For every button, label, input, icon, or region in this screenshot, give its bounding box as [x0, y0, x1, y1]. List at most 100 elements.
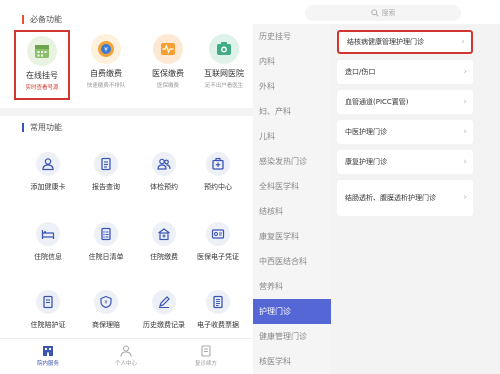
- category-item[interactable]: 健康管理门诊: [253, 324, 331, 349]
- chevron-right-icon: ›: [463, 97, 467, 107]
- search-icon: [370, 9, 379, 17]
- document-icon: [36, 290, 60, 314]
- search-input[interactable]: 搜索: [305, 5, 461, 21]
- person-icon: [96, 343, 156, 357]
- function-label: 住院陪护证: [30, 321, 66, 329]
- category-item[interactable]: 营养科: [253, 274, 331, 299]
- bottom-nav-bar: 院内服务 个人中心 复诊续方: [0, 338, 253, 374]
- function-label: 预约中心: [204, 183, 232, 191]
- medical-insurance-pay-button[interactable]: 医保缴费 医保缴费: [140, 30, 196, 100]
- users-icon: [152, 152, 176, 176]
- payment-history-button[interactable]: 历史缴费记录: [134, 290, 194, 340]
- pen-icon: [152, 290, 176, 314]
- section-title-common: 常用功能: [22, 122, 62, 133]
- category-item[interactable]: 全科医学科: [253, 174, 331, 199]
- category-item[interactable]: 历史挂号: [253, 24, 331, 49]
- prescription-icon: [176, 343, 236, 357]
- chevron-right-icon: ›: [461, 37, 465, 47]
- function-label: 住院日清单: [88, 253, 124, 261]
- section-divider: [0, 108, 253, 116]
- inpatient-payment-button[interactable]: 住院缴费: [134, 222, 194, 272]
- category-item-active[interactable]: 护理门诊: [253, 299, 331, 324]
- top-item-label: 自费缴费: [90, 69, 122, 78]
- coin-icon: ¥: [91, 34, 121, 64]
- chevron-right-icon: ›: [463, 67, 467, 77]
- calendar-icon: [27, 36, 57, 66]
- subdepartment-label: 康复护理门诊: [345, 158, 387, 166]
- nav-personal-center[interactable]: 个人中心: [96, 343, 156, 367]
- hospital-icon: [152, 222, 176, 246]
- section-title-text: 必备功能: [30, 15, 62, 24]
- building-icon: [18, 343, 78, 357]
- function-label: 体检预约: [150, 183, 178, 191]
- appointment-center-button[interactable]: 预约中心: [188, 152, 248, 202]
- category-item[interactable]: 外科: [253, 74, 331, 99]
- home-panel: 必备功能 在线挂号 实时查看号源 ¥ 自费缴费 快速缴费不排队 医保缴费 医保缴…: [0, 0, 253, 374]
- section-marker: [22, 123, 24, 132]
- top-item-label: 医保缴费: [152, 69, 184, 78]
- card-icon: [206, 222, 230, 246]
- category-item[interactable]: 感染发热门诊: [253, 149, 331, 174]
- subdepartment-label: 造口/伤口: [345, 68, 376, 76]
- top-item-sub: 医保缴费: [156, 83, 179, 89]
- self-pay-button[interactable]: ¥ 自费缴费 快速缴费不排队: [78, 30, 134, 100]
- subdepartment-label: 结肠透析、腹膜透析护理门诊: [345, 193, 436, 202]
- category-item[interactable]: 中西医结合科: [253, 249, 331, 274]
- commercial-insurance-claim-button[interactable]: ¥ 商保理赔: [76, 290, 136, 340]
- function-label: 电子收费票据: [197, 321, 239, 329]
- shield-icon: ¥: [94, 290, 118, 314]
- category-item[interactable]: 儿科: [253, 124, 331, 149]
- category-item[interactable]: 妇、产科: [253, 99, 331, 124]
- subdepartment-list: 结核病健康管理护理门诊 › 造口/伤口 › 血管通道(PICC置管) › 中医护…: [331, 24, 500, 374]
- nav-label: 院内服务: [36, 361, 59, 367]
- function-label: 历史缴费记录: [143, 321, 185, 329]
- subdepartment-item[interactable]: 造口/伤口 ›: [337, 60, 473, 84]
- function-label: 商保理赔: [92, 321, 120, 329]
- internet-hospital-button[interactable]: 互联网医院 足不出户看医生: [196, 30, 252, 100]
- subdepartment-item[interactable]: 结肠透析、腹膜透析护理门诊 ›: [337, 180, 473, 216]
- category-item[interactable]: 结核科: [253, 199, 331, 224]
- subdepartment-item[interactable]: 中医护理门诊 ›: [337, 120, 473, 144]
- category-item[interactable]: 核医学科: [253, 349, 331, 374]
- function-label: 住院缴费: [150, 253, 178, 261]
- inpatient-escort-pass-button[interactable]: 住院陪护证: [18, 290, 78, 340]
- checkup-appointment-button[interactable]: 体检预约: [134, 152, 194, 202]
- bed-icon: [36, 222, 60, 246]
- nav-prescription-renewal[interactable]: 复诊续方: [176, 343, 236, 367]
- report-query-button[interactable]: 报告查询: [76, 152, 136, 202]
- inpatient-daily-list-button[interactable]: 住院日清单: [76, 222, 136, 272]
- e-receipt-button[interactable]: 电子收费票据: [188, 290, 248, 340]
- function-label: 住院信息: [34, 253, 62, 261]
- section-marker: [22, 15, 24, 24]
- camera-icon: [209, 34, 239, 64]
- inpatient-info-button[interactable]: 住院信息: [18, 222, 78, 272]
- chevron-right-icon: ›: [463, 127, 467, 137]
- svg-text:¥: ¥: [104, 300, 107, 306]
- subdepartment-item[interactable]: 结核病健康管理护理门诊 ›: [337, 30, 473, 54]
- medical-box-icon: [206, 152, 230, 176]
- user-icon: [36, 152, 60, 176]
- section-title-essential: 必备功能: [22, 14, 62, 25]
- add-health-card-button[interactable]: 添加健康卡: [18, 152, 78, 202]
- heartbeat-icon: [153, 34, 183, 64]
- svg-text:¥: ¥: [104, 47, 108, 54]
- section-title-text: 常用功能: [30, 123, 62, 132]
- category-item[interactable]: 内科: [253, 49, 331, 74]
- subdepartment-label: 中医护理门诊: [345, 128, 387, 136]
- function-label: 添加健康卡: [30, 183, 66, 191]
- top-item-label: 互联网医院: [204, 69, 244, 78]
- subdepartment-item[interactable]: 康复护理门诊 ›: [337, 150, 473, 174]
- nav-hospital-services[interactable]: 院内服务: [18, 343, 78, 367]
- online-registration-button[interactable]: 在线挂号 实时查看号源: [14, 30, 70, 100]
- function-label: 报告查询: [92, 183, 120, 191]
- category-item[interactable]: 康复医学科: [253, 224, 331, 249]
- receipt-icon: [206, 290, 230, 314]
- search-placeholder: 搜索: [381, 9, 396, 17]
- chevron-right-icon: ›: [463, 192, 467, 203]
- nav-label: 个人中心: [114, 361, 137, 367]
- top-item-sub: 实时查看号源: [25, 85, 59, 91]
- medical-insurance-ecard-button[interactable]: 医保电子凭证: [188, 222, 248, 272]
- subdepartment-label: 血管通道(PICC置管): [345, 98, 409, 106]
- subdepartment-item[interactable]: 血管通道(PICC置管) ›: [337, 90, 473, 114]
- top-item-label: 在线挂号: [26, 71, 58, 80]
